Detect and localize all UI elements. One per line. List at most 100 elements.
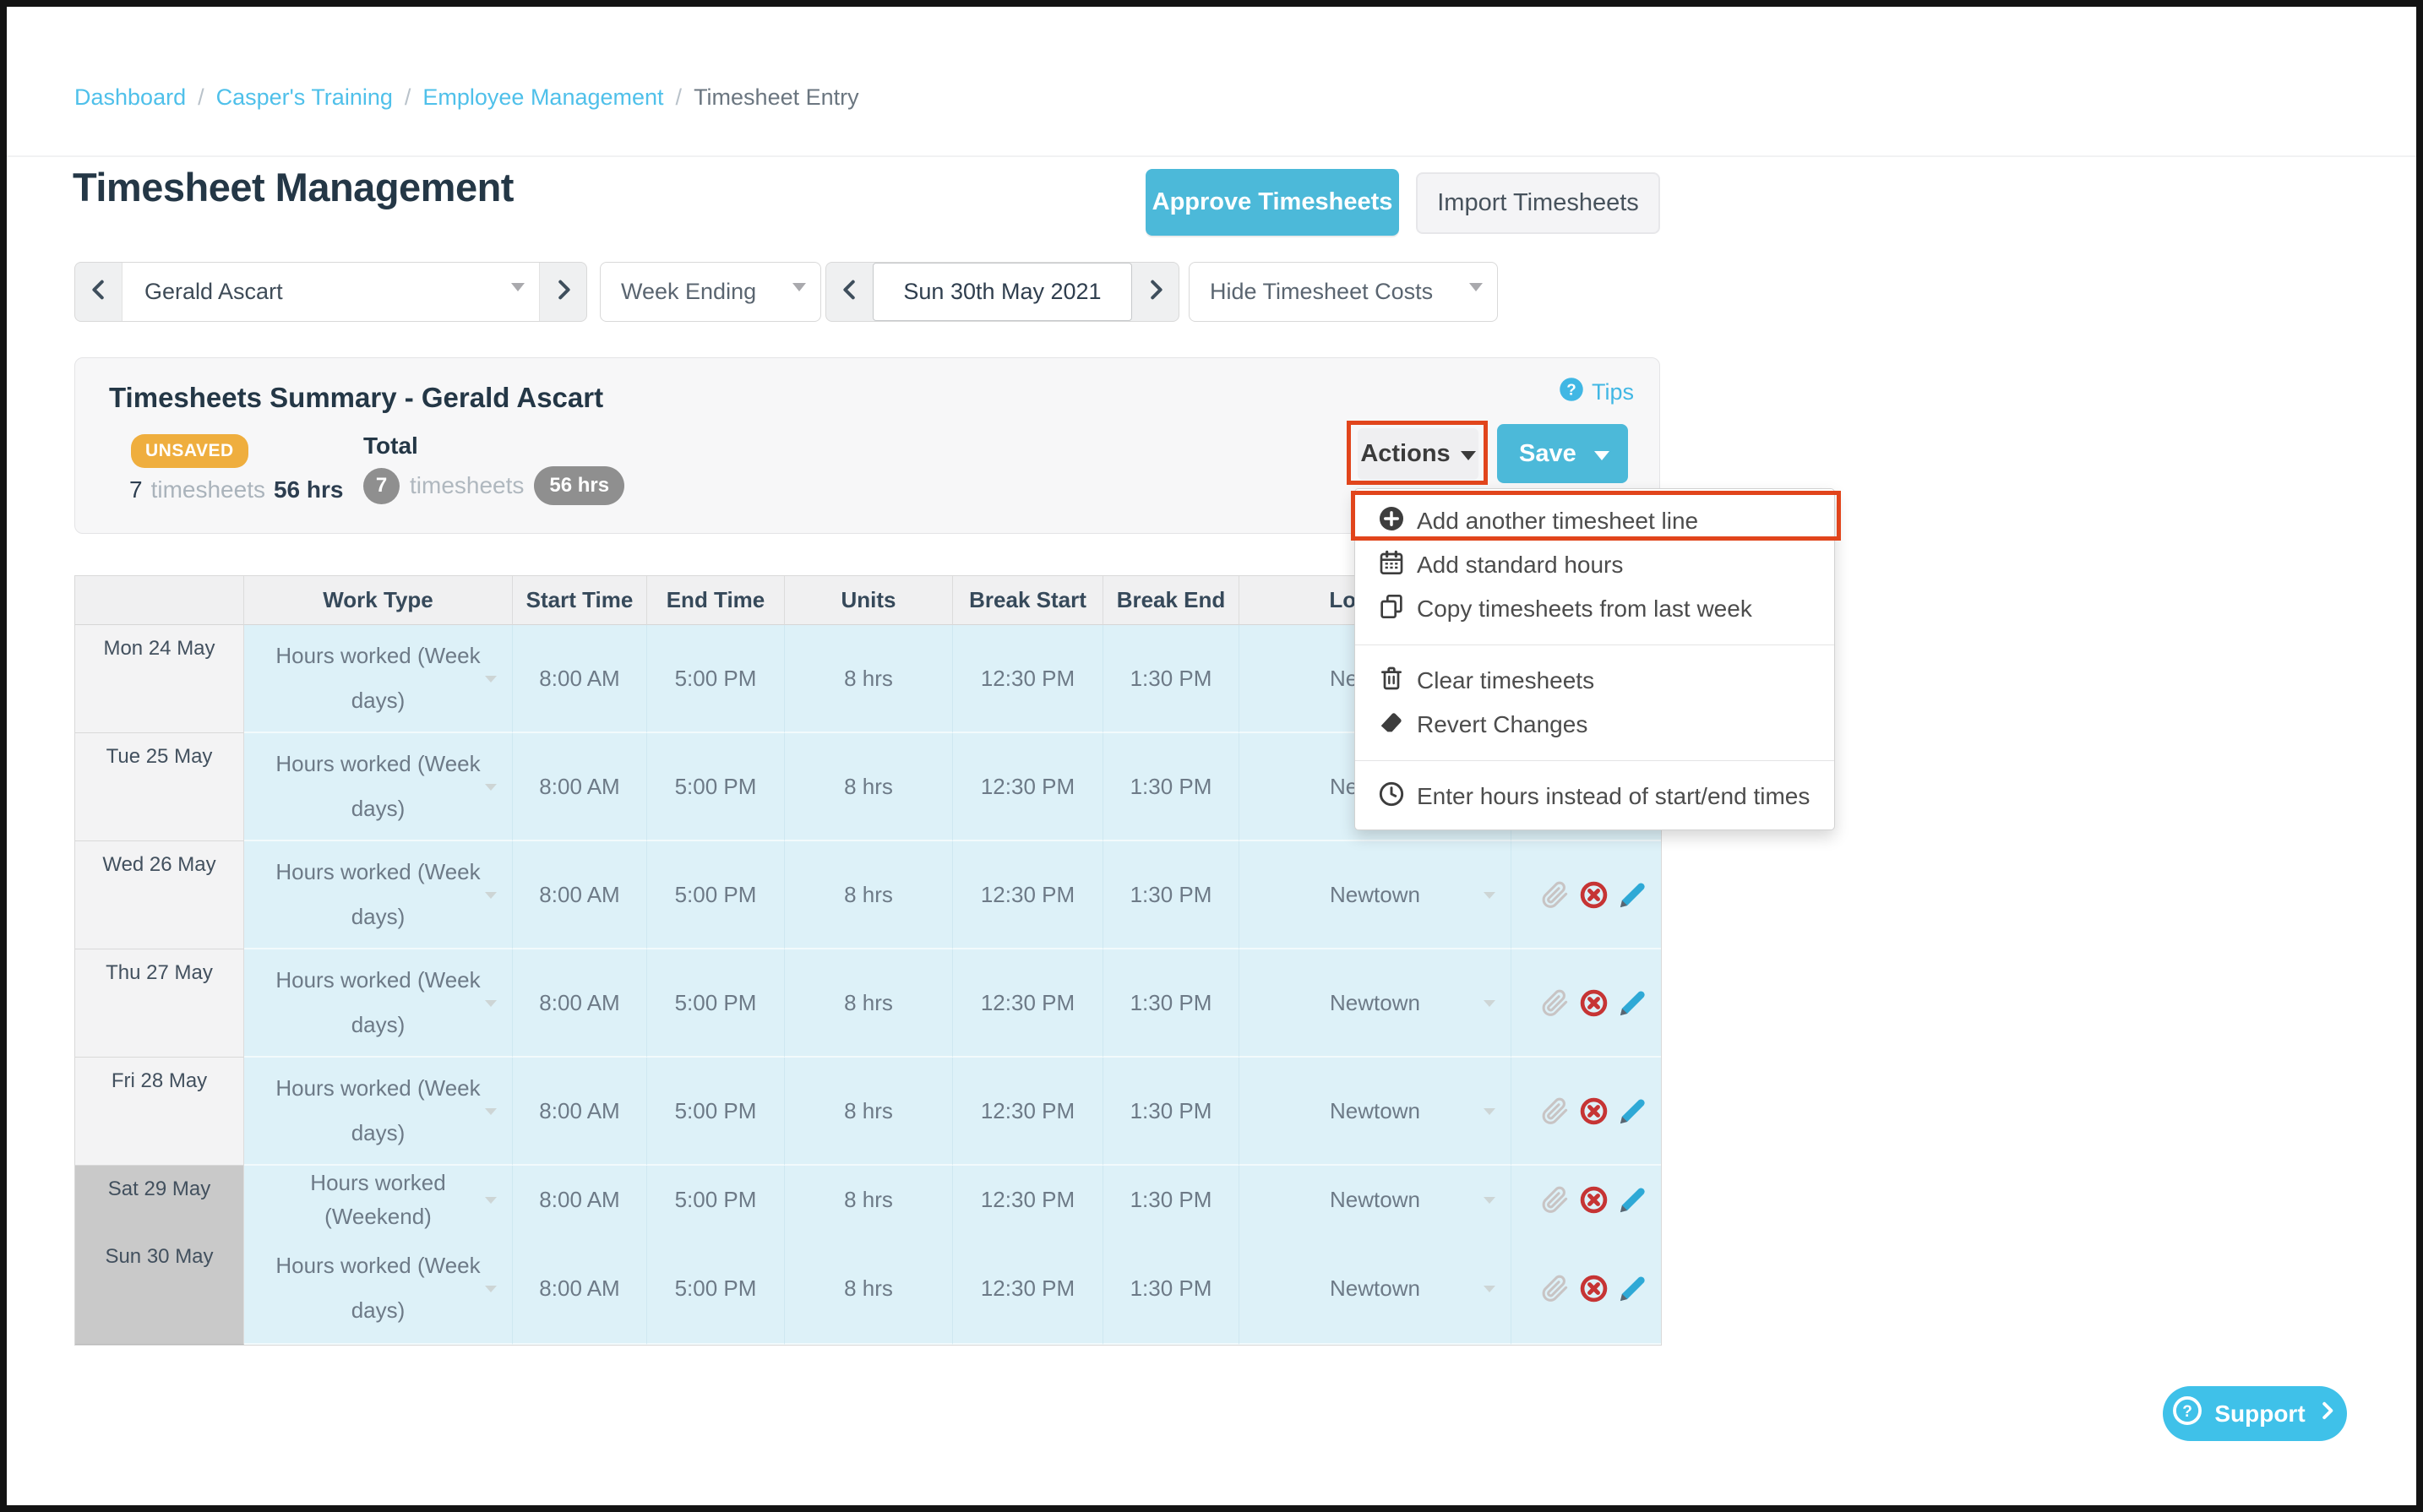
work-type-cell[interactable]: Hours worked (Weekend) bbox=[244, 1166, 513, 1236]
caret-down-icon bbox=[485, 676, 497, 683]
menu-item-label: Add standard hours bbox=[1417, 552, 1623, 579]
import-timesheets-button[interactable]: Import Timesheets bbox=[1416, 172, 1660, 234]
end-time-cell-value: 5:00 PM bbox=[675, 882, 757, 908]
break-start-cell[interactable]: 12:30 PM bbox=[953, 733, 1103, 841]
end-time-cell[interactable]: 5:00 PM bbox=[647, 733, 785, 841]
units-cell[interactable]: 8 hrs bbox=[785, 1058, 953, 1166]
chevron-right-icon bbox=[2317, 1400, 2339, 1428]
edit-icon[interactable] bbox=[1618, 1096, 1647, 1126]
start-time-cell[interactable]: 8:00 AM bbox=[513, 1058, 647, 1166]
paperclip-icon[interactable] bbox=[1540, 1096, 1570, 1126]
employee-select[interactable]: Gerald Ascart bbox=[122, 263, 540, 321]
menu-item-add-another-timesheet-line[interactable]: Add another timesheet line bbox=[1355, 499, 1834, 543]
previous-employee-button[interactable] bbox=[75, 263, 122, 321]
break-end-cell[interactable]: 1:30 PM bbox=[1103, 1166, 1239, 1236]
caret-down-icon bbox=[485, 1108, 497, 1115]
work-type-cell[interactable]: Hours worked (Week days) bbox=[244, 841, 513, 949]
end-time-cell[interactable]: 5:00 PM bbox=[647, 1058, 785, 1166]
breadcrumb-item[interactable]: Dashboard bbox=[74, 84, 186, 111]
tips-link[interactable]: ? Tips bbox=[1559, 377, 1634, 408]
units-cell[interactable]: 8 hrs bbox=[785, 1166, 953, 1236]
units-cell[interactable]: 8 hrs bbox=[785, 625, 953, 733]
end-time-cell[interactable]: 5:00 PM bbox=[647, 949, 785, 1058]
menu-item-clear-timesheets[interactable]: Clear timesheets bbox=[1355, 659, 1834, 703]
break-end-cell[interactable]: 1:30 PM bbox=[1103, 733, 1239, 841]
week-ending-select[interactable]: Week Ending bbox=[600, 262, 821, 322]
start-time-cell[interactable]: 8:00 AM bbox=[513, 625, 647, 733]
work-type-cell[interactable]: Hours worked (Week days) bbox=[244, 949, 513, 1058]
page-divider bbox=[7, 155, 2416, 157]
delete-icon[interactable] bbox=[1579, 1185, 1609, 1215]
location-cell[interactable]: Newtown bbox=[1239, 1166, 1511, 1236]
end-time-cell[interactable]: 5:00 PM bbox=[647, 625, 785, 733]
actions-button[interactable]: Actions bbox=[1358, 428, 1478, 480]
start-time-cell[interactable]: 8:00 AM bbox=[513, 1233, 647, 1345]
start-time-cell[interactable]: 8:00 AM bbox=[513, 1166, 647, 1236]
breadcrumb-separator: / bbox=[405, 84, 411, 111]
delete-icon[interactable] bbox=[1579, 1274, 1609, 1303]
week-ending-date-input[interactable]: Sun 30th May 2021 bbox=[873, 263, 1132, 321]
edit-icon[interactable] bbox=[1618, 988, 1647, 1018]
paperclip-icon[interactable] bbox=[1540, 1274, 1570, 1303]
break-end-cell[interactable]: 1:30 PM bbox=[1103, 1233, 1239, 1345]
breadcrumb-item[interactable]: Casper's Training bbox=[216, 84, 393, 111]
break-start-cell[interactable]: 12:30 PM bbox=[953, 625, 1103, 733]
paperclip-icon[interactable] bbox=[1540, 1185, 1570, 1215]
day-cell: Fri 28 May bbox=[75, 1058, 244, 1166]
location-cell[interactable]: Newtown bbox=[1239, 1233, 1511, 1345]
menu-item-enter-hours-instead-of-start-end-times[interactable]: Enter hours instead of start/end times bbox=[1355, 775, 1834, 819]
next-employee-button[interactable] bbox=[540, 263, 586, 321]
paperclip-icon[interactable] bbox=[1540, 988, 1570, 1018]
break-end-cell[interactable]: 1:30 PM bbox=[1103, 625, 1239, 733]
paperclip-icon[interactable] bbox=[1540, 880, 1570, 910]
work-type-cell[interactable]: Hours worked (Week days) bbox=[244, 1058, 513, 1166]
units-cell-value: 8 hrs bbox=[844, 774, 893, 800]
menu-item-revert-changes[interactable]: Revert Changes bbox=[1355, 703, 1834, 747]
break-start-cell[interactable]: 12:30 PM bbox=[953, 1233, 1103, 1345]
next-week-button[interactable] bbox=[1132, 263, 1179, 321]
break-end-cell[interactable]: 1:30 PM bbox=[1103, 949, 1239, 1058]
caret-down-icon bbox=[485, 892, 497, 899]
timesheet-costs-select[interactable]: Hide Timesheet Costs bbox=[1189, 262, 1498, 322]
menu-item-add-standard-hours[interactable]: Add standard hours bbox=[1355, 543, 1834, 587]
start-time-cell[interactable]: 8:00 AM bbox=[513, 841, 647, 949]
break-end-cell[interactable]: 1:30 PM bbox=[1103, 841, 1239, 949]
delete-icon[interactable] bbox=[1579, 988, 1609, 1018]
units-cell[interactable]: 8 hrs bbox=[785, 1233, 953, 1345]
trash-icon bbox=[1378, 665, 1405, 698]
location-cell[interactable]: Newtown bbox=[1239, 1058, 1511, 1166]
edit-icon[interactable] bbox=[1618, 1185, 1647, 1215]
units-cell[interactable]: 8 hrs bbox=[785, 841, 953, 949]
breadcrumb: Dashboard/Casper's Training/Employee Man… bbox=[74, 84, 859, 111]
caret-down-icon bbox=[485, 784, 497, 791]
work-type-cell[interactable]: Hours worked (Week days) bbox=[244, 625, 513, 733]
row-actions-cell bbox=[1511, 841, 1661, 949]
previous-week-button[interactable] bbox=[826, 263, 873, 321]
units-cell[interactable]: 8 hrs bbox=[785, 733, 953, 841]
work-type-cell[interactable]: Hours worked (Week days) bbox=[244, 1233, 513, 1345]
unsaved-status-badge: UNSAVED bbox=[131, 434, 248, 468]
units-cell[interactable]: 8 hrs bbox=[785, 949, 953, 1058]
approve-timesheets-button[interactable]: Approve Timesheets bbox=[1146, 169, 1399, 236]
end-time-cell[interactable]: 5:00 PM bbox=[647, 841, 785, 949]
edit-icon[interactable] bbox=[1618, 1274, 1647, 1303]
start-time-cell[interactable]: 8:00 AM bbox=[513, 949, 647, 1058]
break-start-cell[interactable]: 12:30 PM bbox=[953, 841, 1103, 949]
end-time-cell[interactable]: 5:00 PM bbox=[647, 1166, 785, 1236]
start-time-cell[interactable]: 8:00 AM bbox=[513, 733, 647, 841]
breadcrumb-item[interactable]: Employee Management bbox=[422, 84, 663, 111]
location-cell[interactable]: Newtown bbox=[1239, 841, 1511, 949]
work-type-cell[interactable]: Hours worked (Week days) bbox=[244, 733, 513, 841]
break-start-cell[interactable]: 12:30 PM bbox=[953, 1058, 1103, 1166]
save-button[interactable]: Save bbox=[1497, 424, 1628, 483]
menu-item-copy-timesheets-from-last-week[interactable]: Copy timesheets from last week bbox=[1355, 587, 1834, 631]
support-button[interactable]: ? Support bbox=[2163, 1386, 2347, 1441]
break-start-cell[interactable]: 12:30 PM bbox=[953, 1166, 1103, 1236]
delete-icon[interactable] bbox=[1579, 1096, 1609, 1126]
edit-icon[interactable] bbox=[1618, 880, 1647, 910]
break-end-cell[interactable]: 1:30 PM bbox=[1103, 1058, 1239, 1166]
break-start-cell[interactable]: 12:30 PM bbox=[953, 949, 1103, 1058]
delete-icon[interactable] bbox=[1579, 880, 1609, 910]
end-time-cell[interactable]: 5:00 PM bbox=[647, 1233, 785, 1345]
location-cell[interactable]: Newtown bbox=[1239, 949, 1511, 1058]
